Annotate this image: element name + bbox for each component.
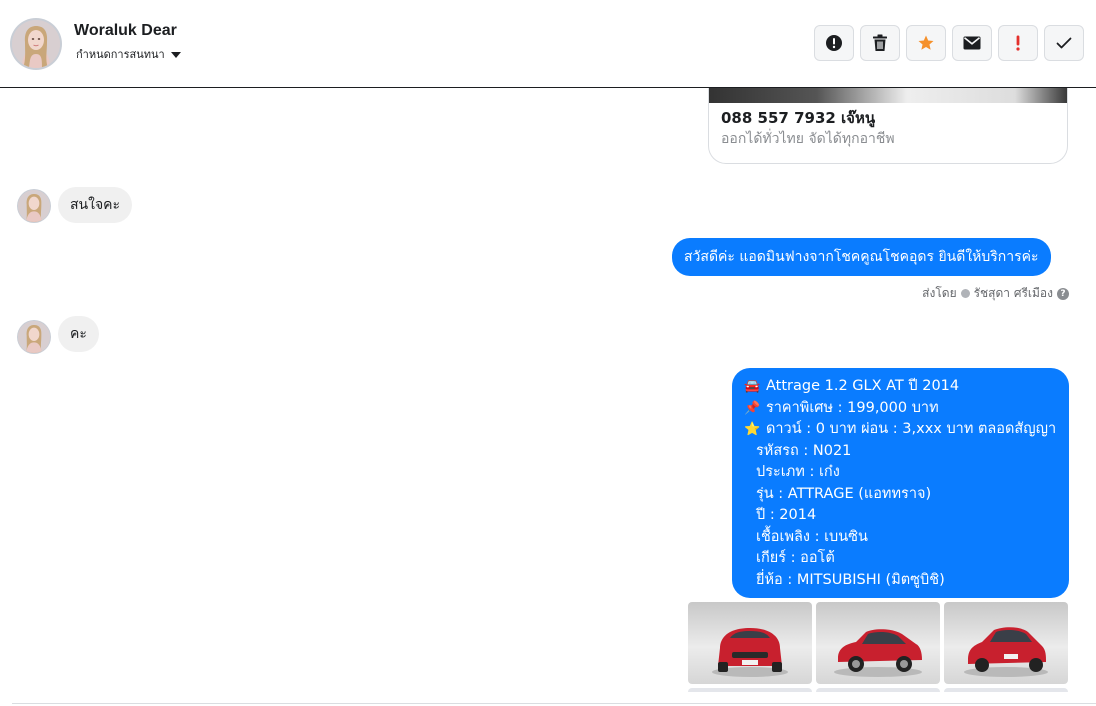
exclamation-circle-icon [826, 35, 842, 51]
contact-name[interactable]: Woraluk Dear [74, 22, 177, 40]
follow-up-button[interactable] [998, 25, 1038, 61]
car-detail-text: เกียร์ : ออโต้ [756, 550, 835, 566]
emoji-icon: ⭐ [744, 422, 761, 437]
trash-icon [873, 34, 887, 51]
car-detail-text: Attrage 1.2 GLX AT ปี 2014 [766, 378, 960, 394]
car-detail-line: ปี : 2014 [744, 505, 1057, 527]
incoming-message[interactable]: สนใจคะ [58, 187, 133, 223]
car-photo-grid-row2 [688, 688, 1068, 692]
car-detail-line: 📌 ราคาพิเศษ : 199,000 บาท [744, 398, 1057, 420]
car-photo-grid [688, 602, 1068, 684]
car-image [712, 628, 788, 677]
contact-avatar[interactable] [12, 20, 60, 68]
sent-by-prefix: ส่งโดย [922, 286, 957, 300]
car-detail-text: ดาวน์ : 0 บาท ผ่อน : 3,xxx บาท ตลอดสัญญา [766, 421, 1057, 437]
car-photo-side[interactable] [816, 602, 940, 684]
car-detail-line: ประเภท : เก๋ง [744, 462, 1057, 484]
car-detail-text: รุ่น : ATTRAGE (แอททราจ) [756, 485, 932, 502]
car-photo-front[interactable] [688, 602, 812, 684]
sender-avatar[interactable] [18, 190, 50, 222]
check-icon [1056, 37, 1072, 49]
car-image [834, 629, 922, 677]
envelope-icon [963, 36, 981, 50]
profile-photo [12, 20, 60, 68]
link-preview-title: 088 557 7932 เจ๊หนู [721, 109, 876, 127]
sender-avatar[interactable] [18, 321, 50, 353]
car-detail-text: ราคาพิเศษ : 199,000 บาท [766, 399, 939, 416]
car-detail-line: รหัสรถ : N021 [744, 441, 1057, 463]
incoming-message[interactable]: คะ [58, 316, 99, 352]
agent-status-icon [960, 289, 970, 298]
sent-by-name[interactable]: รัชสุดา ศรีเมือง [974, 284, 1053, 303]
conversation-header: Woraluk Dear กำหนดการสนทนา [0, 0, 1096, 88]
link-preview-image [709, 88, 1067, 103]
car-detail-line: ⭐ ดาวน์ : 0 บาท ผ่อน : 3,xxx บาท ตลอดสัญญ… [744, 419, 1057, 441]
link-preview-subtitle: ออกได้ทั่วไทย จัดได้ทุกอาชีพ [721, 131, 895, 147]
assign-label: กำหนดการสนทนา [76, 48, 165, 61]
car-photo[interactable] [816, 688, 940, 692]
car-image [964, 627, 1048, 677]
star-button[interactable] [906, 25, 946, 61]
mark-done-button[interactable] [1044, 25, 1084, 61]
emoji-icon: 📌 [744, 400, 761, 416]
profile-photo [18, 190, 50, 222]
car-photo[interactable] [944, 688, 1068, 692]
car-detail-message[interactable]: 🚘 Attrage 1.2 GLX AT ปี 2014 📌 ราคาพิเศษ : … [732, 368, 1069, 598]
composer-divider [12, 703, 1096, 704]
assign-conversation-dropdown[interactable]: กำหนดการสนทนา [76, 45, 181, 63]
help-icon[interactable]: ? [1057, 287, 1069, 300]
car-photo[interactable] [688, 688, 812, 692]
car-detail-text: เชื้อเพลิง : เบนซิน [756, 528, 868, 545]
car-photo-rear[interactable] [944, 602, 1068, 684]
emoji-icon: 🚘 [744, 379, 761, 394]
header-actions [814, 25, 1084, 61]
car-detail-line: 🚘 Attrage 1.2 GLX AT ปี 2014 [744, 376, 1057, 398]
mark-unread-button[interactable] [952, 25, 992, 61]
caret-down-icon [170, 52, 181, 58]
exclamation-icon [1016, 35, 1020, 51]
star-icon [918, 35, 934, 50]
car-detail-line: เชื้อเพลิง : เบนซิน [744, 527, 1057, 549]
mark-spam-button[interactable] [814, 25, 854, 61]
car-detail-text: ประเภท : เก๋ง [756, 464, 840, 480]
car-detail-line: ยี่ห้อ : MITSUBISHI (มิตซูบิชิ) [744, 570, 1057, 592]
car-detail-text: รหัสรถ : N021 [756, 442, 852, 459]
car-detail-text: ปี : 2014 [756, 507, 817, 523]
outgoing-message[interactable]: สวัสดีค่ะ แอดมินฟางจากโชคคูณโชคอุดร ยินด… [672, 238, 1051, 276]
sent-by-info: ส่งโดย รัชสุดา ศรีเมือง ? [922, 284, 1069, 303]
link-preview-card[interactable]: 088 557 7932 เจ๊หนู ออกได้ทั่วไทย จัดได้… [708, 88, 1068, 164]
delete-button[interactable] [860, 25, 900, 61]
car-detail-line: รุ่น : ATTRAGE (แอททราจ) [744, 484, 1057, 506]
profile-photo [18, 321, 50, 353]
car-detail-line: เกียร์ : ออโต้ [744, 548, 1057, 570]
car-detail-text: ยี่ห้อ : MITSUBISHI (มิตซูบิชิ) [756, 571, 945, 588]
